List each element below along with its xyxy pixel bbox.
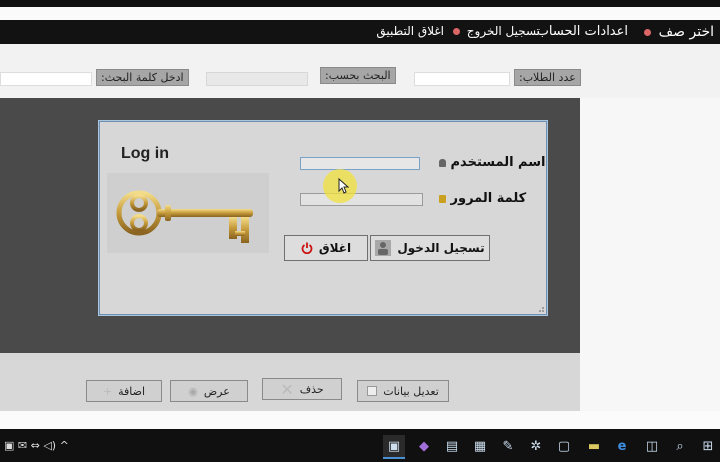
password-input[interactable] bbox=[300, 193, 423, 206]
edit-icon bbox=[367, 386, 378, 396]
window-icon[interactable]: ▤ bbox=[441, 435, 463, 457]
cursor-highlight bbox=[323, 169, 357, 203]
password-label-wrap: كلمة المرور bbox=[435, 191, 526, 206]
add-label: اضافة bbox=[118, 384, 146, 398]
window-bottom-edge bbox=[0, 411, 720, 429]
add-icon: + bbox=[102, 384, 113, 398]
menu-logout[interactable]: تسجيل الخروج bbox=[450, 24, 540, 38]
menu-close-app[interactable]: اغلاق التطبيق bbox=[376, 24, 444, 38]
edit-data-label: تعديل بيانات bbox=[383, 384, 439, 398]
explorer-icon[interactable]: ▬ bbox=[583, 435, 605, 457]
menu-logout-label: تسجيل الخروج bbox=[466, 24, 540, 38]
dialog-title: Log in bbox=[121, 145, 169, 162]
menu-select-class-label: اختر صف bbox=[658, 24, 714, 40]
store-icon[interactable]: ▢ bbox=[553, 435, 575, 457]
login-person-icon bbox=[375, 240, 392, 256]
app-window-icon[interactable]: ▣ bbox=[383, 435, 405, 459]
visual-studio-icon[interactable]: ◆ bbox=[413, 435, 435, 457]
edit-data-button[interactable]: تعديل بيانات bbox=[357, 380, 449, 402]
close-button-label: اغلاق bbox=[318, 241, 352, 255]
mouse-pointer-icon bbox=[338, 177, 350, 194]
tool-icon[interactable]: ✎ bbox=[497, 435, 519, 457]
key-image bbox=[107, 173, 269, 253]
view-icon: ◉ bbox=[188, 384, 198, 398]
add-button[interactable]: اضافة + bbox=[86, 380, 162, 402]
side-panel bbox=[580, 98, 720, 413]
keyword-input[interactable] bbox=[0, 72, 92, 86]
bullet-icon bbox=[644, 28, 652, 36]
username-label: اسم المستخدم bbox=[450, 155, 546, 170]
search-by-dropdown[interactable] bbox=[206, 72, 308, 86]
delete-icon: ✕ bbox=[280, 379, 294, 399]
taskbar: ▣ ✉ ⇔ ◁) ^ ▣ ◆ ▤ ▦ ✎ ✲ ▢ ▬ e ◫ ⌕ ⊞ bbox=[0, 429, 720, 462]
student-count-label: عدد الطلاب: bbox=[514, 69, 581, 86]
menu-account-settings-label: اعدادات الحساب bbox=[536, 24, 628, 39]
delete-label: حذف bbox=[299, 382, 324, 396]
power-icon bbox=[301, 242, 313, 254]
menu-account-settings[interactable]: اعدادات الحساب bbox=[537, 24, 628, 39]
resize-grip-icon[interactable] bbox=[535, 303, 545, 313]
user-icon bbox=[439, 158, 446, 167]
media-icon[interactable]: ▦ bbox=[469, 435, 491, 457]
password-label: كلمة المرور bbox=[450, 191, 527, 206]
menu-bar: اختر صف اعدادات الحساب تسجيل الخروج اغلا… bbox=[0, 20, 720, 44]
keyword-label: ادخل كلمة البحث: bbox=[96, 69, 189, 86]
login-button-label: تسجيل الدخول bbox=[397, 241, 485, 255]
tray-icons: ▣ ✉ ⇔ ◁) ^ bbox=[4, 439, 69, 452]
settings-icon[interactable]: ✲ bbox=[525, 435, 547, 457]
lock-icon bbox=[439, 194, 446, 203]
view-label: عرض bbox=[203, 384, 230, 398]
search-by-label: البحث بحسب: bbox=[320, 67, 396, 84]
start-icon[interactable]: ⊞ bbox=[697, 435, 719, 457]
task-view-icon[interactable]: ◫ bbox=[641, 435, 663, 457]
close-button[interactable]: اغلاق bbox=[284, 235, 368, 261]
username-label-wrap: اسم المستخدم bbox=[435, 155, 546, 170]
login-button[interactable]: تسجيل الدخول bbox=[370, 235, 490, 261]
top-dark-edge bbox=[0, 0, 720, 7]
bullet-icon bbox=[452, 28, 460, 35]
view-button[interactable]: عرض ◉ bbox=[170, 380, 248, 402]
username-input[interactable] bbox=[300, 157, 420, 170]
menu-close-app-label: اغلاق التطبيق bbox=[376, 24, 444, 38]
delete-button[interactable]: حذف ✕ bbox=[262, 378, 342, 400]
menu-select-class[interactable]: اختر صف bbox=[641, 24, 714, 40]
student-count-field[interactable] bbox=[414, 72, 510, 86]
login-dialog: Log in اسم المستخدم كلمة المرور تسجيل ال… bbox=[98, 120, 548, 316]
search-icon[interactable]: ⌕ bbox=[669, 435, 691, 457]
edge-icon[interactable]: e bbox=[611, 435, 633, 457]
